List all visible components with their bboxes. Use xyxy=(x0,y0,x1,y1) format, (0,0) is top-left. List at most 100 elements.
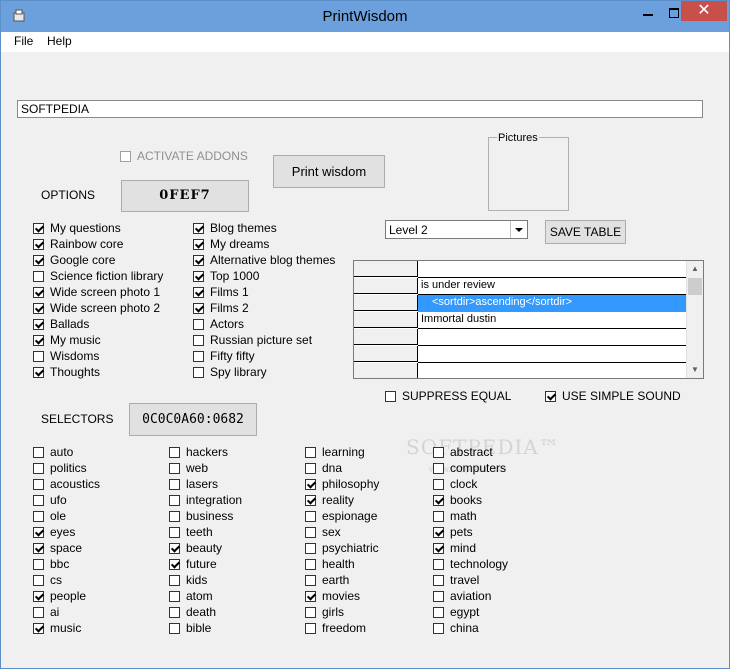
checkbox-cs[interactable]: cs xyxy=(33,573,62,587)
table-row[interactable] xyxy=(354,346,688,363)
scroll-down-icon[interactable]: ▼ xyxy=(687,362,703,378)
checkbox-films-2[interactable]: Films 2 xyxy=(193,301,249,315)
menu-file[interactable]: File xyxy=(14,34,33,48)
data-table[interactable]: is under review <sortdir>ascending</sortd… xyxy=(353,260,704,379)
checkbox-wide-screen-photo-1[interactable]: Wide screen photo 1 xyxy=(33,285,160,299)
checkbox-reality[interactable]: reality xyxy=(305,493,354,507)
table-row[interactable]: <sortdir>ascending</sortdir> xyxy=(354,295,688,312)
checkbox-science-fiction-library[interactable]: Science fiction library xyxy=(33,269,163,283)
table-row[interactable]: is under review xyxy=(354,278,688,295)
checkbox-top-1000[interactable]: Top 1000 xyxy=(193,269,259,283)
checkbox-rainbow-core[interactable]: Rainbow core xyxy=(33,237,123,251)
checkbox-math[interactable]: math xyxy=(433,509,477,523)
checkbox-acoustics[interactable]: acoustics xyxy=(33,477,100,491)
checkbox-integration[interactable]: integration xyxy=(169,493,242,507)
checkbox-web[interactable]: web xyxy=(169,461,208,475)
checkbox-earth[interactable]: earth xyxy=(305,573,349,587)
checkbox-my-dreams[interactable]: My dreams xyxy=(193,237,269,251)
checkbox-philosophy[interactable]: philosophy xyxy=(305,477,379,491)
checkbox-freedom[interactable]: freedom xyxy=(305,621,366,635)
checkbox-learning[interactable]: learning xyxy=(305,445,365,459)
table-cell[interactable] xyxy=(418,329,688,346)
activate-addons-checkbox[interactable]: ACTIVATE ADDONS xyxy=(120,149,248,163)
checkbox-teeth[interactable]: teeth xyxy=(169,525,213,539)
suppress-equal-checkbox[interactable]: SUPPRESS EQUAL xyxy=(385,389,511,403)
checkbox-wide-screen-photo-2[interactable]: Wide screen photo 2 xyxy=(33,301,160,315)
table-cell[interactable] xyxy=(418,363,688,378)
checkbox-kids[interactable]: kids xyxy=(169,573,207,587)
checkbox-clock[interactable]: clock xyxy=(433,477,477,491)
use-simple-sound-checkbox[interactable]: USE SIMPLE SOUND xyxy=(545,389,681,403)
row-header-cell[interactable] xyxy=(354,278,418,294)
checkbox-wisdoms[interactable]: Wisdoms xyxy=(33,349,99,363)
checkbox-abstract[interactable]: abstract xyxy=(433,445,493,459)
checkbox-mind[interactable]: mind xyxy=(433,541,476,555)
table-cell[interactable] xyxy=(418,346,688,363)
table-row[interactable] xyxy=(354,363,688,378)
checkbox-politics[interactable]: politics xyxy=(33,461,87,475)
scrollbar-thumb[interactable] xyxy=(688,278,702,295)
checkbox-business[interactable]: business xyxy=(169,509,233,523)
checkbox-ufo[interactable]: ufo xyxy=(33,493,67,507)
title-bar[interactable]: PrintWisdom ✕ xyxy=(1,1,729,32)
checkbox-death[interactable]: death xyxy=(169,605,216,619)
checkbox-sex[interactable]: sex xyxy=(305,525,341,539)
checkbox-blog-themes[interactable]: Blog themes xyxy=(193,221,277,235)
checkbox-auto[interactable]: auto xyxy=(33,445,73,459)
checkbox-beauty[interactable]: beauty xyxy=(169,541,222,555)
checkbox-lasers[interactable]: lasers xyxy=(169,477,218,491)
checkbox-space[interactable]: space xyxy=(33,541,82,555)
checkbox-music[interactable]: music xyxy=(33,621,81,635)
checkbox-hackers[interactable]: hackers xyxy=(169,445,228,459)
checkbox-dna[interactable]: dna xyxy=(305,461,342,475)
table-scrollbar[interactable]: ▲ ▼ xyxy=(686,261,703,378)
checkbox-eyes[interactable]: eyes xyxy=(33,525,75,539)
checkbox-books[interactable]: books xyxy=(433,493,482,507)
checkbox-bbc[interactable]: bbc xyxy=(33,557,69,571)
checkbox-travel[interactable]: travel xyxy=(433,573,479,587)
save-table-button[interactable]: SAVE TABLE xyxy=(545,220,626,244)
checkbox-my-music[interactable]: My music xyxy=(33,333,101,347)
checkbox-china[interactable]: china xyxy=(433,621,479,635)
row-header-cell[interactable] xyxy=(354,312,418,328)
checkbox-my-questions[interactable]: My questions xyxy=(33,221,121,235)
checkbox-atom[interactable]: atom xyxy=(169,589,213,603)
checkbox-spy-library[interactable]: Spy library xyxy=(193,365,267,379)
checkbox-films-1[interactable]: Films 1 xyxy=(193,285,249,299)
checkbox-people[interactable]: people xyxy=(33,589,86,603)
print-wisdom-button[interactable]: Print wisdom xyxy=(273,155,385,188)
checkbox-egypt[interactable]: egypt xyxy=(433,605,479,619)
checkbox-movies[interactable]: movies xyxy=(305,589,360,603)
checkbox-ai[interactable]: ai xyxy=(33,605,59,619)
row-header-cell[interactable] xyxy=(354,363,418,378)
checkbox-alternative-blog-themes[interactable]: Alternative blog themes xyxy=(193,253,335,267)
close-button[interactable]: ✕ xyxy=(681,1,727,21)
checkbox-girls[interactable]: girls xyxy=(305,605,344,619)
row-header-cell[interactable] xyxy=(354,261,418,277)
checkbox-actors[interactable]: Actors xyxy=(193,317,244,331)
menu-help[interactable]: Help xyxy=(47,34,72,48)
checkbox-fifty-fifty[interactable]: Fifty fifty xyxy=(193,349,255,363)
checkbox-espionage[interactable]: espionage xyxy=(305,509,377,523)
checkbox-ballads[interactable]: Ballads xyxy=(33,317,89,331)
checkbox-aviation[interactable]: aviation xyxy=(433,589,491,603)
checkbox-russian-picture-set[interactable]: Russian picture set xyxy=(193,333,312,347)
checkbox-technology[interactable]: technology xyxy=(433,557,508,571)
checkbox-google-core[interactable]: Google core xyxy=(33,253,115,267)
main-text-input[interactable]: SOFTPEDIA xyxy=(17,100,703,118)
table-row[interactable] xyxy=(354,261,688,278)
checkbox-psychiatric[interactable]: psychiatric xyxy=(305,541,379,555)
scroll-up-icon[interactable]: ▲ xyxy=(687,261,703,277)
table-cell[interactable]: is under review xyxy=(418,278,688,295)
table-cell[interactable] xyxy=(418,261,688,278)
level-select[interactable]: Level 2 xyxy=(385,220,528,239)
options-code-button[interactable]: 0FEF7 xyxy=(121,180,249,212)
table-cell[interactable]: Immortal dustin xyxy=(418,312,688,329)
row-header-cell[interactable] xyxy=(354,329,418,345)
checkbox-health[interactable]: health xyxy=(305,557,355,571)
checkbox-bible[interactable]: bible xyxy=(169,621,211,635)
row-header-cell[interactable] xyxy=(354,346,418,362)
checkbox-computers[interactable]: computers xyxy=(433,461,506,475)
chevron-down-icon[interactable] xyxy=(510,221,527,238)
checkbox-ole[interactable]: ole xyxy=(33,509,66,523)
